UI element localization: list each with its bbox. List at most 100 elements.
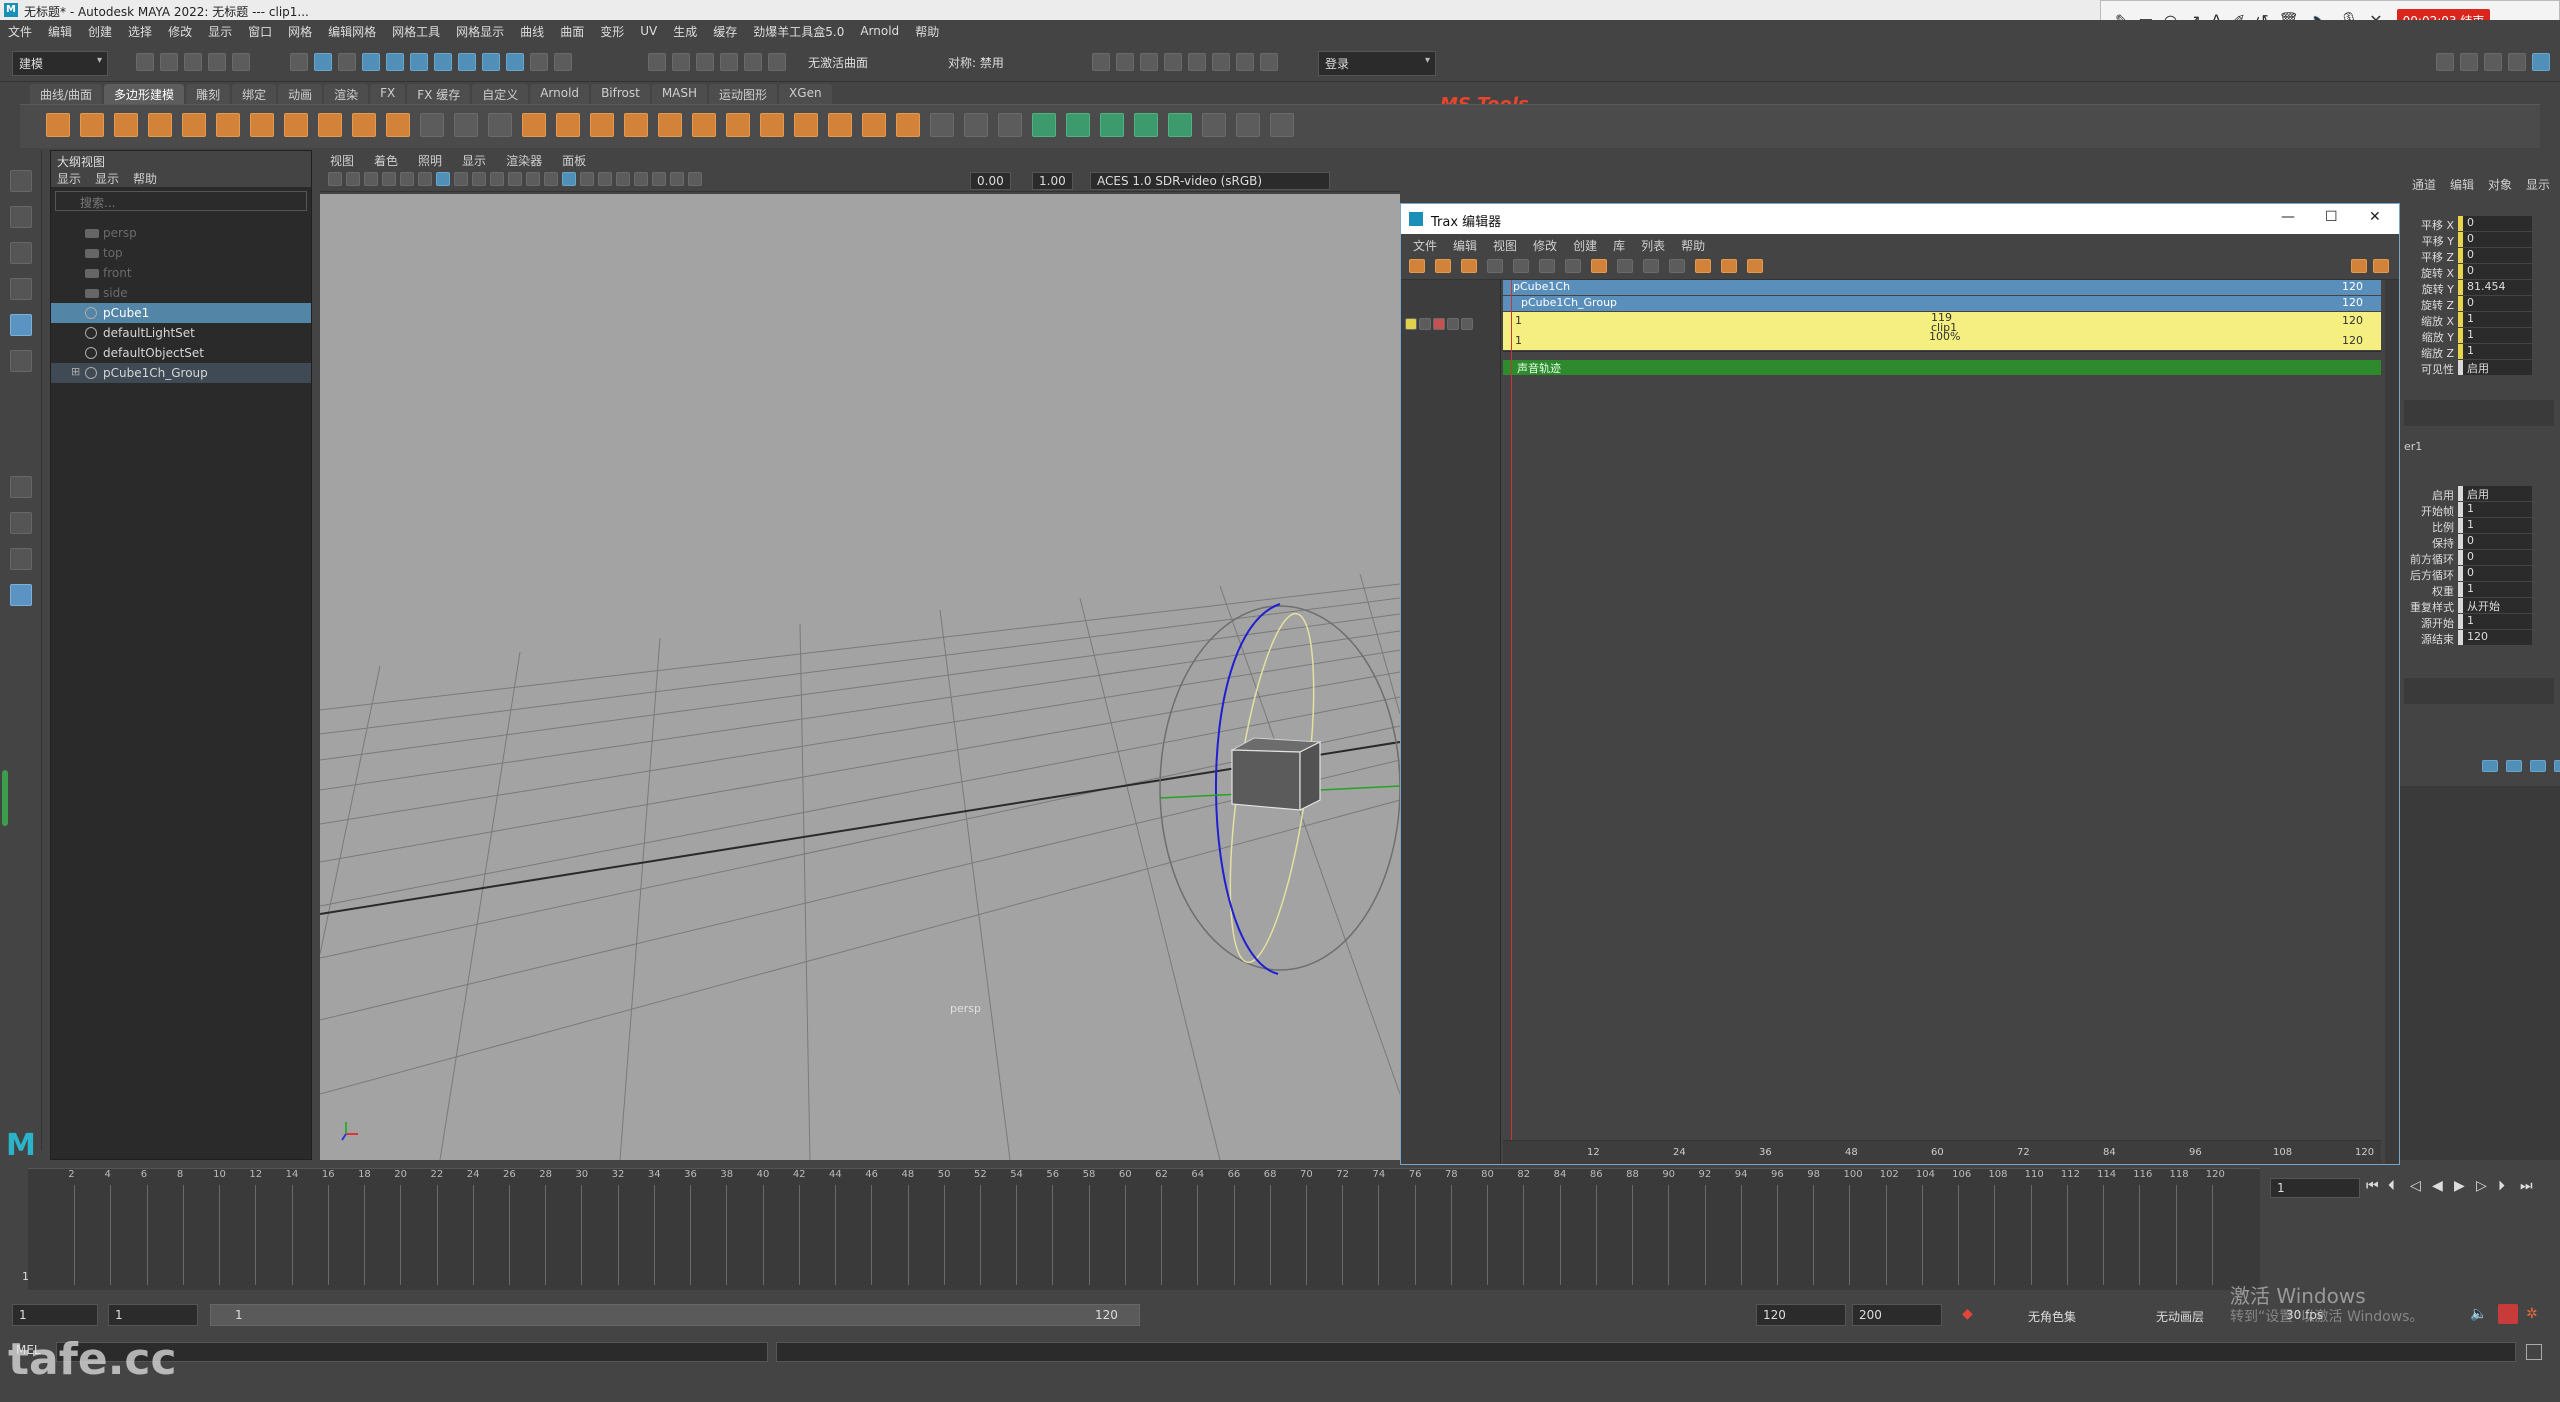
menu-item[interactable]: 劲爆羊工具盒5.0 bbox=[753, 23, 844, 40]
layer-move-down-icon[interactable] bbox=[2506, 760, 2522, 772]
channel-value[interactable]: 0 bbox=[2458, 216, 2532, 231]
text-tool-icon[interactable] bbox=[352, 113, 376, 137]
pcube1-side[interactable] bbox=[1299, 741, 1321, 811]
scene-end-field[interactable]: 200 bbox=[1852, 1304, 1942, 1326]
field-chart-icon[interactable] bbox=[508, 172, 522, 186]
maximize-button[interactable]: ☐ bbox=[2325, 209, 2338, 225]
shelf-tab[interactable]: 雕刻 bbox=[186, 84, 231, 104]
menu-item[interactable]: 修改 bbox=[168, 23, 192, 40]
bridge-icon[interactable] bbox=[794, 113, 818, 137]
character-track[interactable]: pCube1Ch 120 bbox=[1503, 280, 2381, 295]
select-rendering-icon[interactable] bbox=[506, 53, 524, 71]
shelf-tab[interactable]: Bifrost bbox=[591, 84, 650, 104]
quad-draw-icon[interactable] bbox=[998, 113, 1022, 137]
poly-plane-icon[interactable] bbox=[216, 113, 240, 137]
menu-item[interactable]: 选择 bbox=[128, 23, 152, 40]
channel-rotate-z[interactable]: 旋转 Z 0 bbox=[2400, 296, 2560, 312]
shelf-tab[interactable]: 曲线/曲面 bbox=[30, 84, 103, 104]
trax-time-ruler[interactable]: 12 24 36 48 60 72 84 96 108 120 bbox=[1503, 1140, 2381, 1164]
outliner-menu-item[interactable]: 显示 bbox=[57, 170, 81, 186]
save-scene-icon[interactable] bbox=[184, 53, 202, 71]
channel-value[interactable]: 1 bbox=[2458, 518, 2532, 533]
frame-all-icon[interactable] bbox=[1487, 259, 1503, 273]
trax-playhead[interactable] bbox=[1511, 280, 1512, 1140]
shelf-tab[interactable]: 运动图形 bbox=[709, 84, 778, 104]
menu-item[interactable]: 网格 bbox=[288, 23, 312, 40]
add-marker-icon[interactable] bbox=[1747, 259, 1763, 273]
shelf-tab[interactable]: FX bbox=[370, 84, 406, 104]
shelf-tab[interactable]: XGen bbox=[779, 84, 832, 104]
menu-item[interactable]: Arnold bbox=[860, 24, 899, 38]
shelf-tab[interactable]: 动画 bbox=[278, 84, 323, 104]
layout-uv-icon[interactable] bbox=[1168, 113, 1192, 137]
trax-menu-item[interactable]: 帮助 bbox=[1681, 237, 1705, 253]
clip-attr-weight[interactable]: 权重 1 bbox=[2400, 582, 2560, 598]
sound-track[interactable]: 声音轨迹 bbox=[1503, 360, 2381, 375]
poly-disc-icon[interactable] bbox=[250, 113, 274, 137]
blend-clip-icon[interactable] bbox=[1669, 259, 1685, 273]
channel-value[interactable]: 0 bbox=[2458, 550, 2532, 565]
clip-attr-hold[interactable]: 保持 0 bbox=[2400, 534, 2560, 550]
target-weld-icon[interactable] bbox=[896, 113, 920, 137]
clip-attr-enable[interactable]: 启用 启用 bbox=[2400, 486, 2560, 502]
channel-rotate-y[interactable]: 旋转 Y 81.454 bbox=[2400, 280, 2560, 296]
menu-item[interactable]: 编辑 bbox=[48, 23, 72, 40]
gate-mask-icon[interactable] bbox=[490, 172, 504, 186]
menu-item[interactable]: 帮助 bbox=[915, 23, 939, 40]
sweep-mesh-icon[interactable] bbox=[318, 113, 342, 137]
freeze-transform-icon[interactable] bbox=[488, 113, 512, 137]
symmetry-label[interactable]: 对称: 禁用 bbox=[948, 54, 1004, 71]
split-clip-icon[interactable] bbox=[1617, 259, 1633, 273]
clip-attr-source-end[interactable]: 源结束 120 bbox=[2400, 630, 2560, 646]
play-backward-icon[interactable]: ◀ bbox=[2432, 1178, 2443, 1194]
single-view-layout-icon[interactable] bbox=[10, 476, 32, 498]
checker-icon[interactable] bbox=[1202, 113, 1226, 137]
channel-value[interactable]: 启用 bbox=[2458, 486, 2532, 501]
clip-attr-pre-cycle[interactable]: 前方循环 0 bbox=[2400, 550, 2560, 566]
minimize-button[interactable]: — bbox=[2281, 209, 2295, 225]
clip-attr-cycle-style[interactable]: 重复样式 从开始 bbox=[2400, 598, 2560, 614]
center-pivot-icon[interactable] bbox=[454, 113, 478, 137]
menu-item[interactable]: 生成 bbox=[673, 23, 697, 40]
anim-layer-dropdown[interactable]: 无动画层 bbox=[2156, 1308, 2204, 1325]
automatic-map-icon[interactable] bbox=[1100, 113, 1124, 137]
shelf-tab[interactable]: 自定义 bbox=[472, 84, 529, 104]
snap-point-icon[interactable] bbox=[696, 53, 714, 71]
menu-item[interactable]: 窗口 bbox=[248, 23, 272, 40]
trax-menu-item[interactable]: 编辑 bbox=[1453, 237, 1477, 253]
trax-vertical-scrollbar[interactable] bbox=[2385, 280, 2399, 1164]
render-settings-icon[interactable] bbox=[1164, 53, 1182, 71]
xray-joints-icon[interactable] bbox=[688, 172, 702, 186]
live-surface-label[interactable]: 无激活曲面 bbox=[808, 54, 868, 71]
expand-icon[interactable]: ⊞ bbox=[71, 365, 80, 378]
trax-track-area[interactable]: pCube1Ch 120 pCube1Ch_Group 120 1 120 1 1… bbox=[1503, 280, 2381, 1140]
lock-track-icon[interactable] bbox=[1405, 318, 1417, 330]
menu-item[interactable]: 变形 bbox=[600, 23, 624, 40]
film-gate-icon[interactable] bbox=[454, 172, 468, 186]
insert-edge-loop-icon[interactable] bbox=[964, 113, 988, 137]
channel-translate-x[interactable]: 平移 X 0 bbox=[2400, 216, 2560, 232]
cut-uv-icon[interactable] bbox=[1270, 113, 1294, 137]
playback-end-field[interactable]: 120 bbox=[1756, 1304, 1846, 1326]
select-dynamics-icon[interactable] bbox=[482, 53, 500, 71]
menu-item[interactable]: 曲线 bbox=[520, 23, 544, 40]
retopologize-icon[interactable] bbox=[692, 113, 716, 137]
outliner-item-front[interactable]: front bbox=[51, 263, 311, 283]
outliner-item-persp[interactable]: persp bbox=[51, 223, 311, 243]
tool-settings-icon[interactable] bbox=[2484, 53, 2502, 71]
menu-item[interactable]: 文件 bbox=[8, 23, 32, 40]
poly-torus-icon[interactable] bbox=[182, 113, 206, 137]
outliner-item-top[interactable]: top bbox=[51, 243, 311, 263]
channel-value[interactable]: 0 bbox=[2458, 232, 2532, 247]
clip-attr-source-start[interactable]: 源开始 1 bbox=[2400, 614, 2560, 630]
boolean-icon[interactable] bbox=[624, 113, 648, 137]
audio-icon[interactable]: 🔈 bbox=[2470, 1306, 2487, 1322]
merge-clip-icon[interactable] bbox=[1643, 259, 1659, 273]
xray-icon[interactable] bbox=[670, 172, 684, 186]
sew-uv-icon[interactable] bbox=[1236, 113, 1260, 137]
frame-playback-range-icon[interactable] bbox=[1513, 259, 1529, 273]
grid-icon[interactable] bbox=[436, 172, 450, 186]
3d-viewport[interactable] bbox=[320, 194, 1400, 1160]
channel-rotate-x[interactable]: 旋转 X 0 bbox=[2400, 264, 2560, 280]
object-mode-icon[interactable] bbox=[314, 53, 332, 71]
